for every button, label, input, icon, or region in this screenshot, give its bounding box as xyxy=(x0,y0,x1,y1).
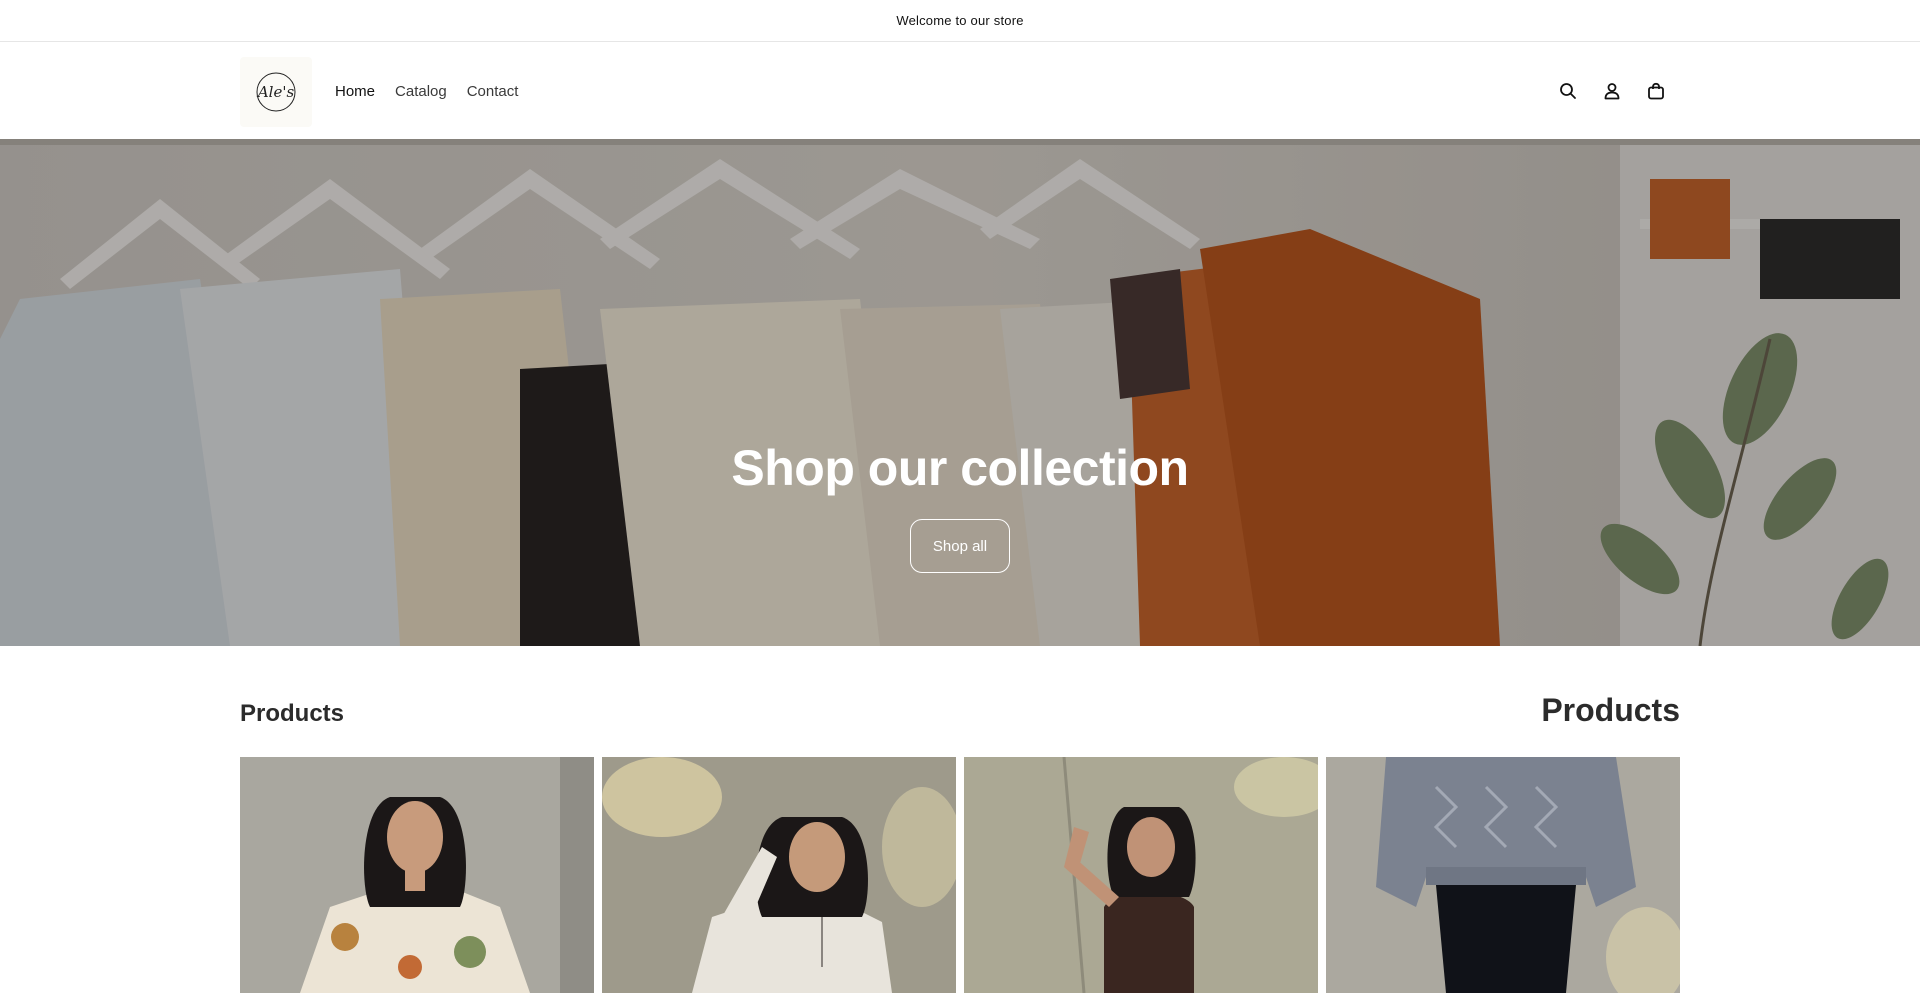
product-image-paisley-blouse xyxy=(240,757,594,993)
product-card-paisley-blouse[interactable] xyxy=(240,757,594,993)
nav-home[interactable]: Home xyxy=(335,83,375,100)
product-image-cream-half-zip xyxy=(602,757,956,993)
site-header: Ale's Home Catalog Contact xyxy=(0,43,1920,139)
product-image-grey-cable-sweater xyxy=(1326,757,1680,993)
nav-catalog[interactable]: Catalog xyxy=(395,83,447,100)
logo-mark: Ale's xyxy=(256,72,296,112)
product-grid xyxy=(240,757,1680,993)
announcement-bar: Welcome to our store xyxy=(0,0,1920,42)
hero-title: Shop our collection xyxy=(731,440,1189,496)
product-card-brown-knit-tank[interactable] xyxy=(964,757,1318,993)
shop-all-button[interactable]: Shop all xyxy=(910,519,1010,573)
search-icon[interactable] xyxy=(1556,79,1580,103)
main-nav: Home Catalog Contact xyxy=(335,43,518,139)
header-icons xyxy=(1556,43,1668,139)
product-image-brown-knit-tank xyxy=(964,757,1318,993)
products-heading: Products xyxy=(240,700,345,727)
hero-banner: Shop our collection Shop all xyxy=(0,139,1920,646)
account-icon[interactable] xyxy=(1600,79,1624,103)
product-card-cream-half-zip[interactable] xyxy=(602,757,956,993)
product-card-grey-cable-sweater[interactable] xyxy=(1326,757,1680,993)
cart-icon[interactable] xyxy=(1644,79,1668,103)
nav-contact[interactable]: Contact xyxy=(467,83,519,100)
products-heading-large: Products xyxy=(1541,692,1680,728)
announcement-text: Welcome to our store xyxy=(896,13,1024,28)
store-logo[interactable]: Ale's xyxy=(240,57,312,127)
svg-text:Ale's: Ale's xyxy=(256,83,295,101)
